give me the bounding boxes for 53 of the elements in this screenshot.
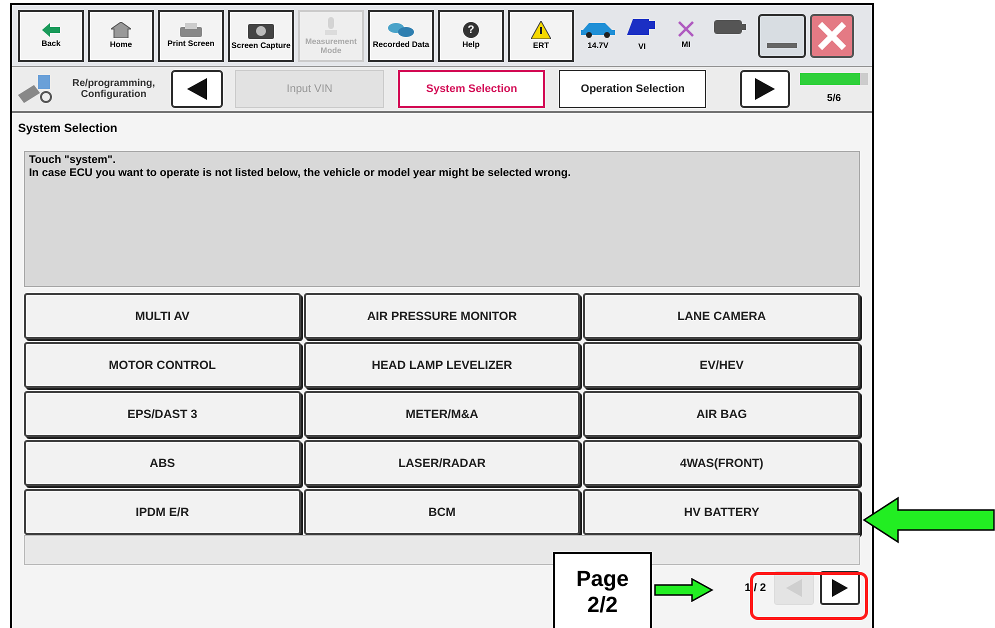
system-button[interactable]: HEAD LAMP LEVELIZER: [304, 342, 580, 388]
system-button[interactable]: AIR BAG: [583, 391, 860, 437]
toolbar-button[interactable]: ERT: [508, 10, 574, 62]
system-button[interactable]: LANE CAMERA: [583, 293, 860, 339]
system-button[interactable]: BCM: [304, 489, 580, 535]
system-button[interactable]: MOTOR CONTROL: [24, 342, 301, 388]
triangle-icon: [832, 579, 848, 597]
help-icon: ?: [463, 22, 479, 38]
toolbar-button[interactable]: ? Help: [438, 10, 504, 62]
system-button[interactable]: IPDM E/R: [24, 489, 301, 535]
house-icon: [111, 22, 131, 38]
status-label: MI: [682, 38, 690, 50]
callout-label: Page 2/2: [553, 552, 652, 628]
disks-icon: [388, 22, 414, 38]
system-button[interactable]: ABS: [24, 440, 301, 486]
battery-icon: [714, 20, 746, 34]
status-label: 14.7V: [588, 40, 608, 52]
message-text: In case ECU you want to operate is not listed below, the vehicle or model year might be selected wrong.: [29, 167, 572, 180]
system-button[interactable]: MULTI AV: [24, 293, 301, 339]
triangle-icon: [187, 78, 208, 100]
arrow-icon: [654, 578, 714, 602]
toolbar-button[interactable]: Home: [88, 10, 154, 62]
next-page-button[interactable]: [820, 571, 860, 605]
cross-icon: [678, 20, 694, 36]
minimize-button[interactable]: [758, 14, 806, 58]
progress-reading: 5/6: [827, 92, 841, 106]
printer-icon: [180, 23, 202, 37]
toolbar-button[interactable]: Recorded Data: [368, 10, 434, 62]
page-title: System Selection: [17, 120, 118, 137]
page-indicator: 1 / 2: [744, 580, 766, 596]
next-step-button[interactable]: [740, 70, 790, 108]
arrow-icon: [42, 23, 60, 37]
system-button[interactable]: LASER/RADAR: [304, 440, 580, 486]
toolbar-button[interactable]: Screen Capture: [228, 10, 294, 62]
previous-step-button[interactable]: [171, 70, 224, 108]
status-label: VI: [638, 40, 646, 52]
toolbar-button[interactable]: Print Screen: [158, 10, 224, 62]
system-button[interactable]: HV BATTERY: [583, 489, 860, 535]
section-label: Re/programming, Configuration: [71, 78, 156, 100]
triangle-icon: [755, 78, 776, 100]
system-button[interactable]: 4WAS(FRONT): [583, 440, 860, 486]
system-button[interactable]: EV/HEV: [583, 342, 860, 388]
close-button[interactable]: [810, 14, 854, 58]
system-button[interactable]: EPS/DAST 3: [24, 391, 301, 437]
system-button[interactable]: METER/M&A: [304, 391, 580, 437]
toolbar-button[interactable]: Back: [18, 10, 84, 62]
step-tab[interactable]: Operation Selection: [559, 70, 706, 108]
camera-icon: [248, 21, 274, 39]
warning-icon: [531, 21, 551, 39]
system-button[interactable]: AIR PRESSURE MONITOR: [304, 293, 580, 339]
probe-icon: [325, 16, 337, 34]
step-tab[interactable]: System Selection: [398, 70, 546, 108]
message-text: Touch "system".: [29, 154, 117, 167]
